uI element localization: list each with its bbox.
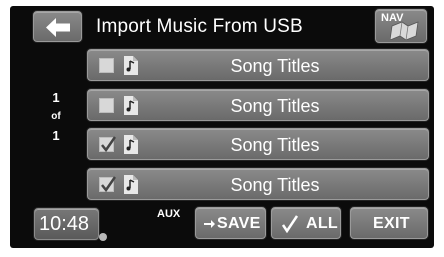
song-title: Song Titles xyxy=(230,96,320,116)
clock-button[interactable]: 10:48 xyxy=(34,208,99,240)
save-button[interactable]: SAVE xyxy=(195,207,266,239)
song-title: Song Titles xyxy=(230,56,320,76)
arrow-right-icon xyxy=(204,220,215,228)
source-label: AUX xyxy=(157,208,181,220)
select-all-button[interactable]: ALL xyxy=(271,207,341,239)
globe-icon xyxy=(99,233,107,241)
page-title: Import Music From USB xyxy=(96,16,303,37)
check-icon xyxy=(282,215,298,233)
map-icon xyxy=(390,21,419,40)
save-label: SAVE xyxy=(217,215,261,232)
left-arrow-icon xyxy=(46,18,70,37)
song-row[interactable]: Song Titles xyxy=(87,168,429,200)
song-row[interactable]: Song Titles xyxy=(87,49,429,81)
song-row[interactable]: Song Titles xyxy=(87,89,429,121)
song-title: Song Titles xyxy=(230,135,320,155)
exit-button[interactable]: EXIT xyxy=(350,207,428,239)
page-indicator: 1 of 1 xyxy=(48,88,64,146)
song-title: Song Titles xyxy=(230,175,320,195)
page-of-label: of xyxy=(51,111,61,122)
radio-screen: Import Music From USB NAV Song Titles Son… xyxy=(10,6,434,248)
clock-time: 10:48 xyxy=(39,213,90,235)
song-row[interactable]: Song Titles xyxy=(87,128,429,160)
exit-label: EXIT xyxy=(373,215,410,232)
page-current: 1 xyxy=(52,90,60,105)
all-label: ALL xyxy=(306,215,339,232)
page-total: 1 xyxy=(52,128,60,143)
nav-button[interactable]: NAV xyxy=(375,9,427,43)
back-button[interactable] xyxy=(33,11,82,42)
